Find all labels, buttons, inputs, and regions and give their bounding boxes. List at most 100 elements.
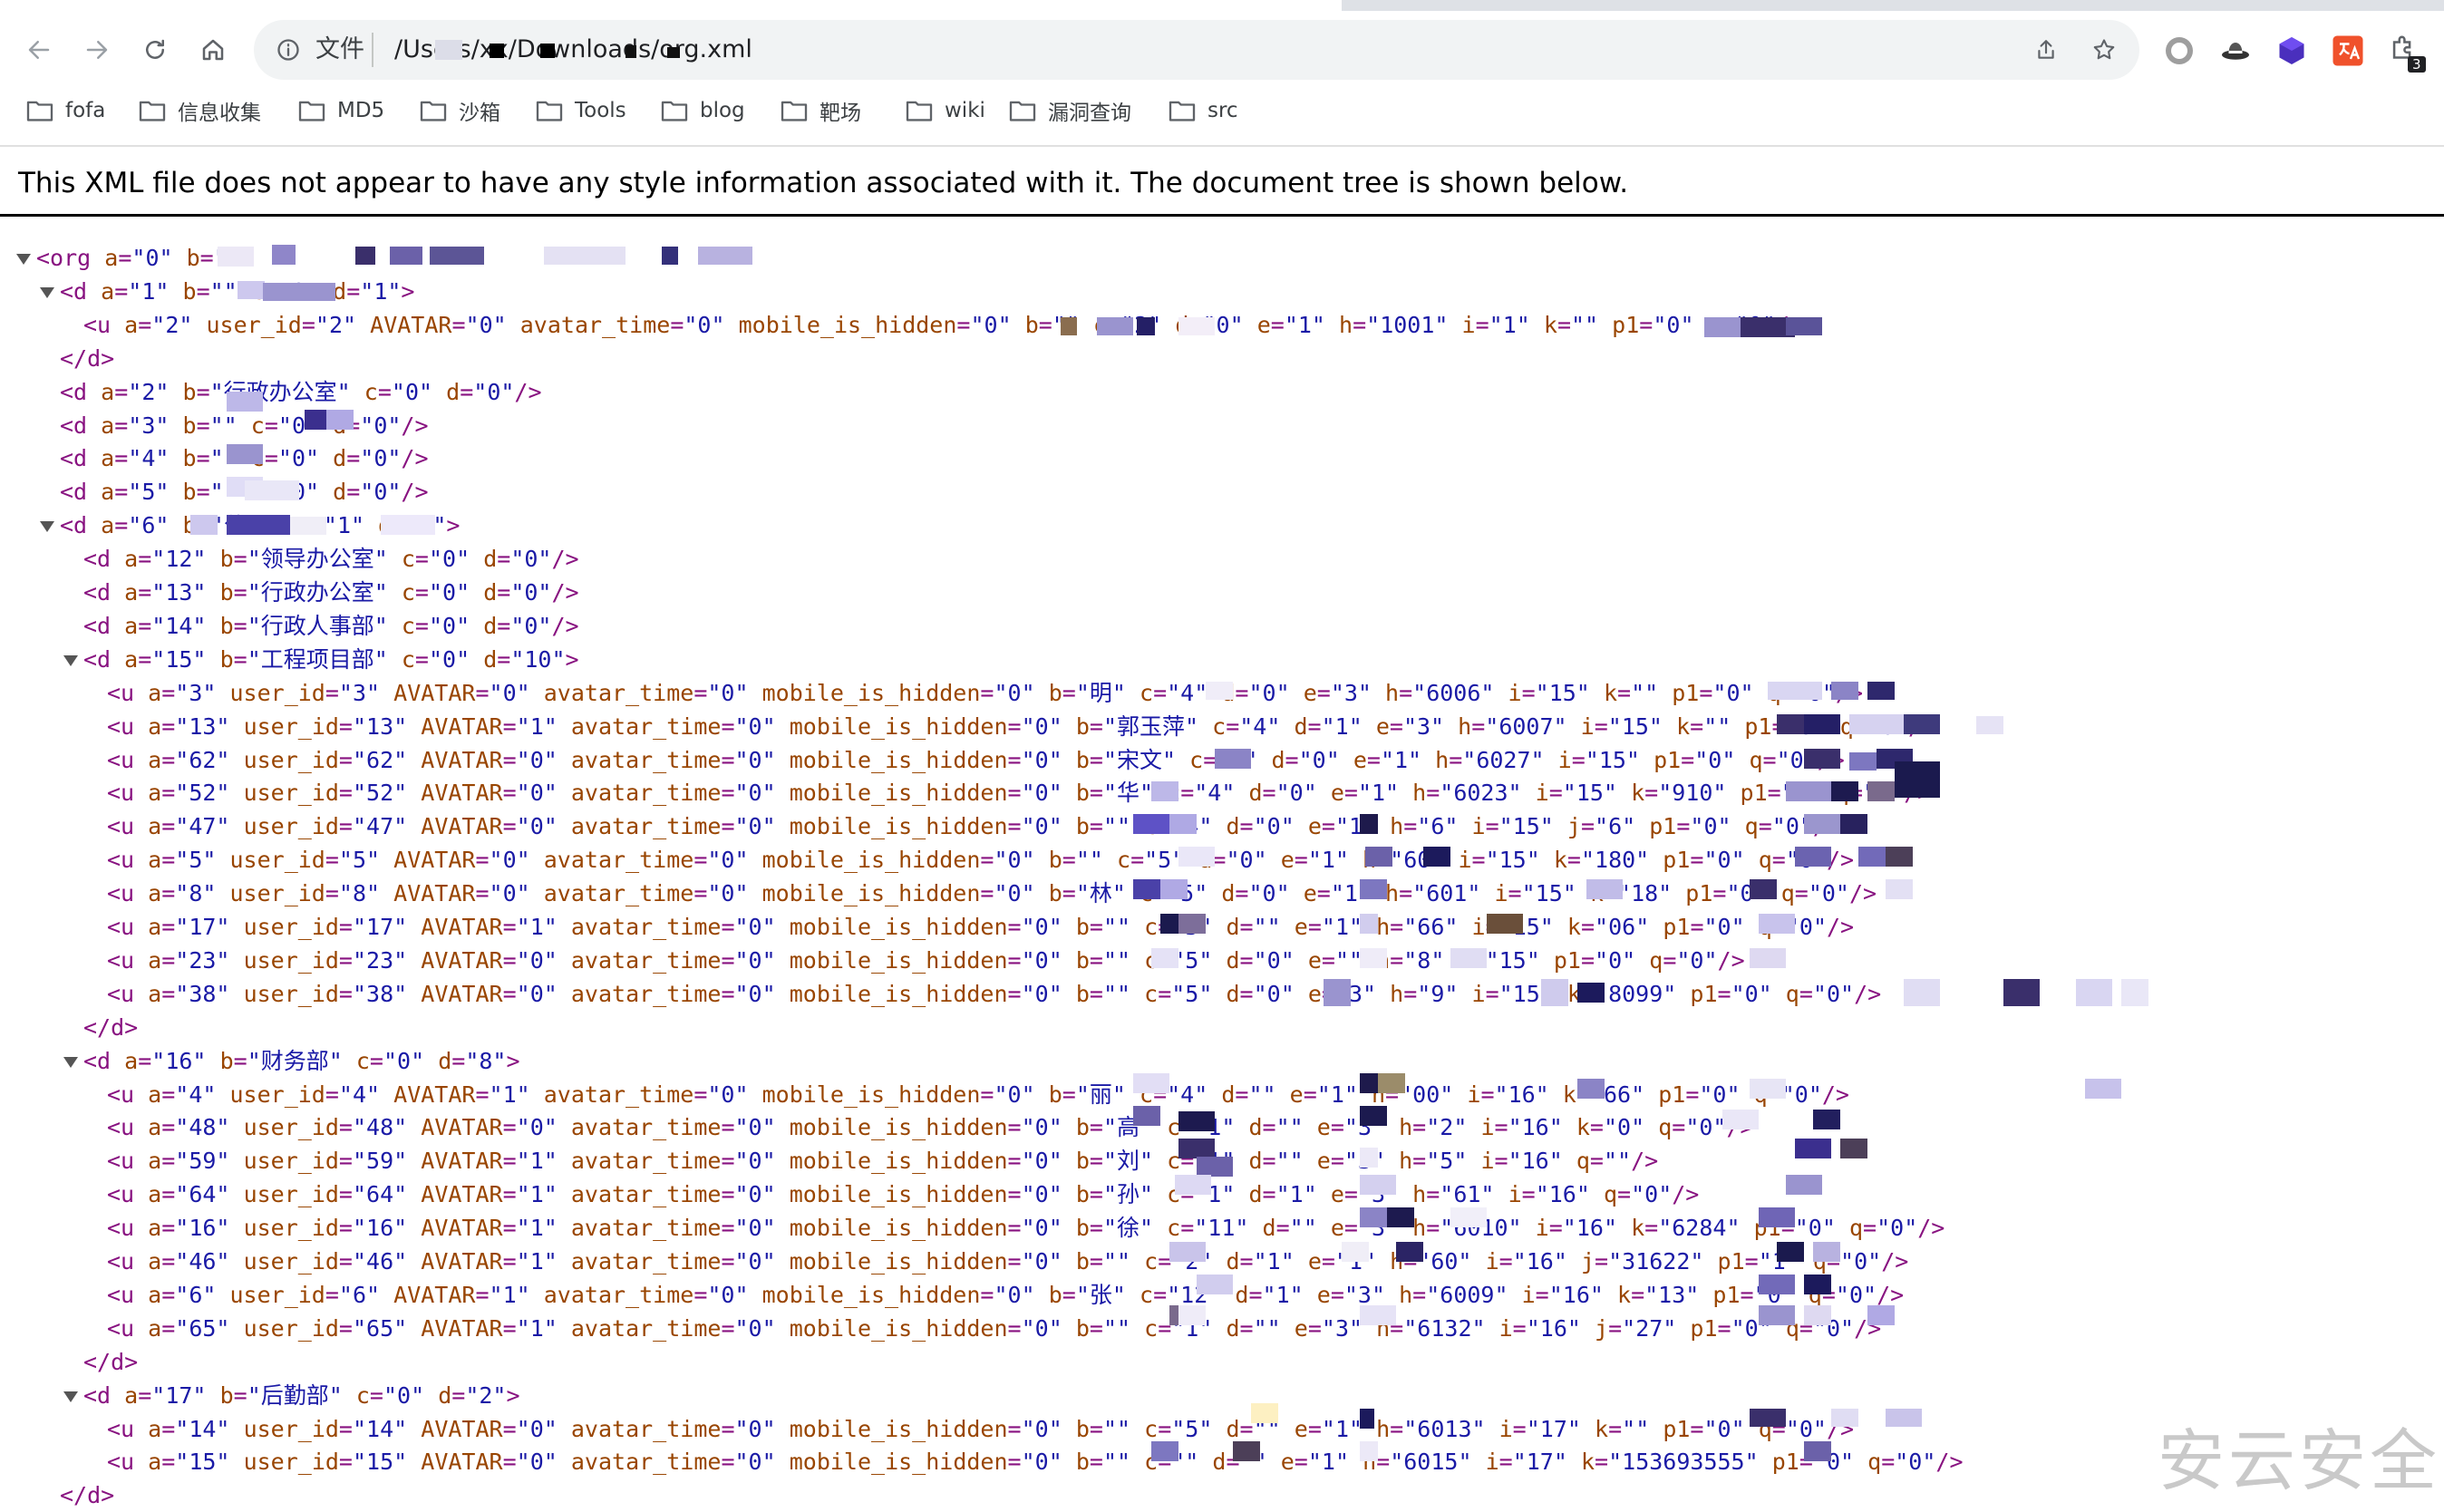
redaction-block <box>1804 1441 1831 1461</box>
redaction-block <box>1750 879 1777 899</box>
redaction-block <box>1160 879 1188 899</box>
collapse-toggle-icon[interactable] <box>63 654 78 666</box>
bookmark-folder-item[interactable]: 沙箱 <box>419 94 500 127</box>
reload-button[interactable] <box>136 31 174 69</box>
collapse-toggle-icon[interactable] <box>16 254 31 265</box>
collapse-toggle-icon[interactable] <box>40 521 54 533</box>
redaction-block <box>1867 781 1895 801</box>
redaction-block <box>1178 914 1206 934</box>
folder-icon <box>661 101 688 121</box>
redaction-block <box>1360 879 1387 899</box>
redaction-block <box>326 410 354 430</box>
redaction-block <box>1786 781 1831 801</box>
redaction-block <box>1867 1305 1895 1325</box>
bookmark-label: wiki <box>945 99 985 122</box>
share-icon <box>2038 40 2054 59</box>
redaction-block <box>1342 1242 1369 1262</box>
redaction-block <box>1360 1148 1378 1168</box>
redaction-block <box>435 40 462 60</box>
bookmark-star-button[interactable] <box>2089 34 2119 65</box>
redaction-block <box>626 45 636 58</box>
redaction-block <box>1178 317 1215 335</box>
xml-element-line: <u a="16" user_id="16" AVATAR="1" avatar… <box>107 1215 1945 1242</box>
folder-icon <box>26 101 53 121</box>
redaction-block <box>1777 1242 1804 1262</box>
xml-element-line: <d a="16" b="财务部" c="0" d="8"> <box>83 1047 520 1074</box>
redaction-block <box>1396 1242 1423 1262</box>
redaction-block <box>1759 1207 1795 1227</box>
bookmark-label: 沙箱 <box>459 102 500 125</box>
redaction-block <box>381 515 435 535</box>
xml-element-line: <u a="13" user_id="13" AVATAR="1" avatar… <box>107 712 1935 740</box>
redaction-block <box>1886 847 1913 867</box>
address-bar[interactable]: 文件 /Users/xx/Downloads/org.xml <box>254 20 2139 80</box>
extension-record-button[interactable] <box>2163 34 2199 71</box>
redaction-block <box>227 392 263 412</box>
redaction-block <box>218 247 254 267</box>
collapse-toggle-icon[interactable] <box>63 1391 78 1402</box>
bookmark-label: Tools <box>575 99 626 122</box>
redaction-block <box>1904 979 1940 1006</box>
redaction-block <box>1151 948 1178 968</box>
xml-close-tag-line: </d> <box>60 344 115 372</box>
bookmark-folder-item[interactable]: Tools <box>535 94 626 127</box>
extension-hat-button[interactable] <box>2219 34 2255 71</box>
collapse-toggle-icon[interactable] <box>63 1056 78 1068</box>
xml-element-line: <u a="52" user_id="52" AVATAR="0" avatar… <box>107 780 1931 807</box>
redaction-block <box>1360 948 1387 968</box>
redaction-block <box>1795 1139 1831 1158</box>
xml-element-line: <u a="17" user_id="17" AVATAR="1" avatar… <box>107 914 1855 940</box>
extension-translate-button[interactable] <box>2332 34 2368 71</box>
watermark: 安云安全 <box>2158 1422 2440 1500</box>
redaction-block <box>1197 1157 1233 1177</box>
bookmark-folder-item[interactable]: src <box>1168 94 1238 127</box>
share-button[interactable] <box>2031 34 2061 65</box>
redaction-block <box>1178 1139 1215 1158</box>
bookmark-folder-item[interactable]: 信息收集 <box>138 94 261 127</box>
extension-cube-button[interactable] <box>2275 34 2312 71</box>
bookmark-folder-item[interactable]: wiki <box>905 94 985 127</box>
back-button[interactable] <box>20 31 58 69</box>
extensions-puzzle-button[interactable]: 3 <box>2388 34 2426 73</box>
folder-icon <box>298 101 325 121</box>
bookmark-folder-item[interactable]: blog <box>660 94 745 127</box>
redaction-block <box>698 247 752 265</box>
redaction-block <box>1215 749 1251 769</box>
redaction-block <box>1804 1305 1831 1325</box>
xml-element-line: <u a="47" user_id="47" AVATAR="0" avatar… <box>107 813 1840 840</box>
bookmark-folder-item[interactable]: MD5 <box>297 94 384 127</box>
bookmark-label: blog <box>700 99 745 122</box>
redaction-block <box>245 480 299 500</box>
scheme-label: 文件 <box>315 35 364 63</box>
redaction-block <box>227 444 263 464</box>
bookmark-folder-item[interactable]: fofa <box>25 94 105 127</box>
bookmark-folder-item[interactable]: 靶场 <box>780 94 861 127</box>
redaction-block <box>1750 1079 1786 1099</box>
bookmark-folder-item[interactable]: 漏洞查询 <box>1008 94 1131 127</box>
redaction-block <box>430 247 484 265</box>
redaction-block <box>1750 1409 1786 1427</box>
translate-icon <box>2332 35 2363 66</box>
redaction-block <box>227 515 290 535</box>
redaction-block <box>1804 714 1840 734</box>
site-info-icon[interactable] <box>272 34 305 66</box>
active-tab[interactable] <box>0 0 1342 11</box>
reload-icon <box>146 39 164 59</box>
redaction-block <box>1450 948 1487 968</box>
redaction-block <box>667 47 680 58</box>
redaction-block <box>1849 714 1904 734</box>
forward-button[interactable] <box>78 31 116 69</box>
redaction-block <box>1813 1242 1840 1262</box>
redaction-block <box>1151 1441 1178 1461</box>
xml-element-line: <d a="12" b="领导办公室" c="0" d="0"/> <box>83 546 579 573</box>
xml-element-line: <d a="13" b="行政办公室" c="0" d="0"/> <box>83 579 579 606</box>
redaction-block <box>1831 781 1858 801</box>
redaction-block <box>1840 814 1867 834</box>
home-button[interactable] <box>194 31 232 69</box>
redaction-block <box>1360 1409 1374 1429</box>
browser-toolbar: 文件 /Users/xx/Downloads/org.xml 3 <box>0 11 2444 89</box>
folder-icon <box>1169 101 1196 121</box>
redaction-block <box>190 515 218 535</box>
xml-element-line: <d a="15" b="工程项目部" c="0" d="10"> <box>83 645 579 673</box>
collapse-toggle-icon[interactable] <box>40 286 54 298</box>
